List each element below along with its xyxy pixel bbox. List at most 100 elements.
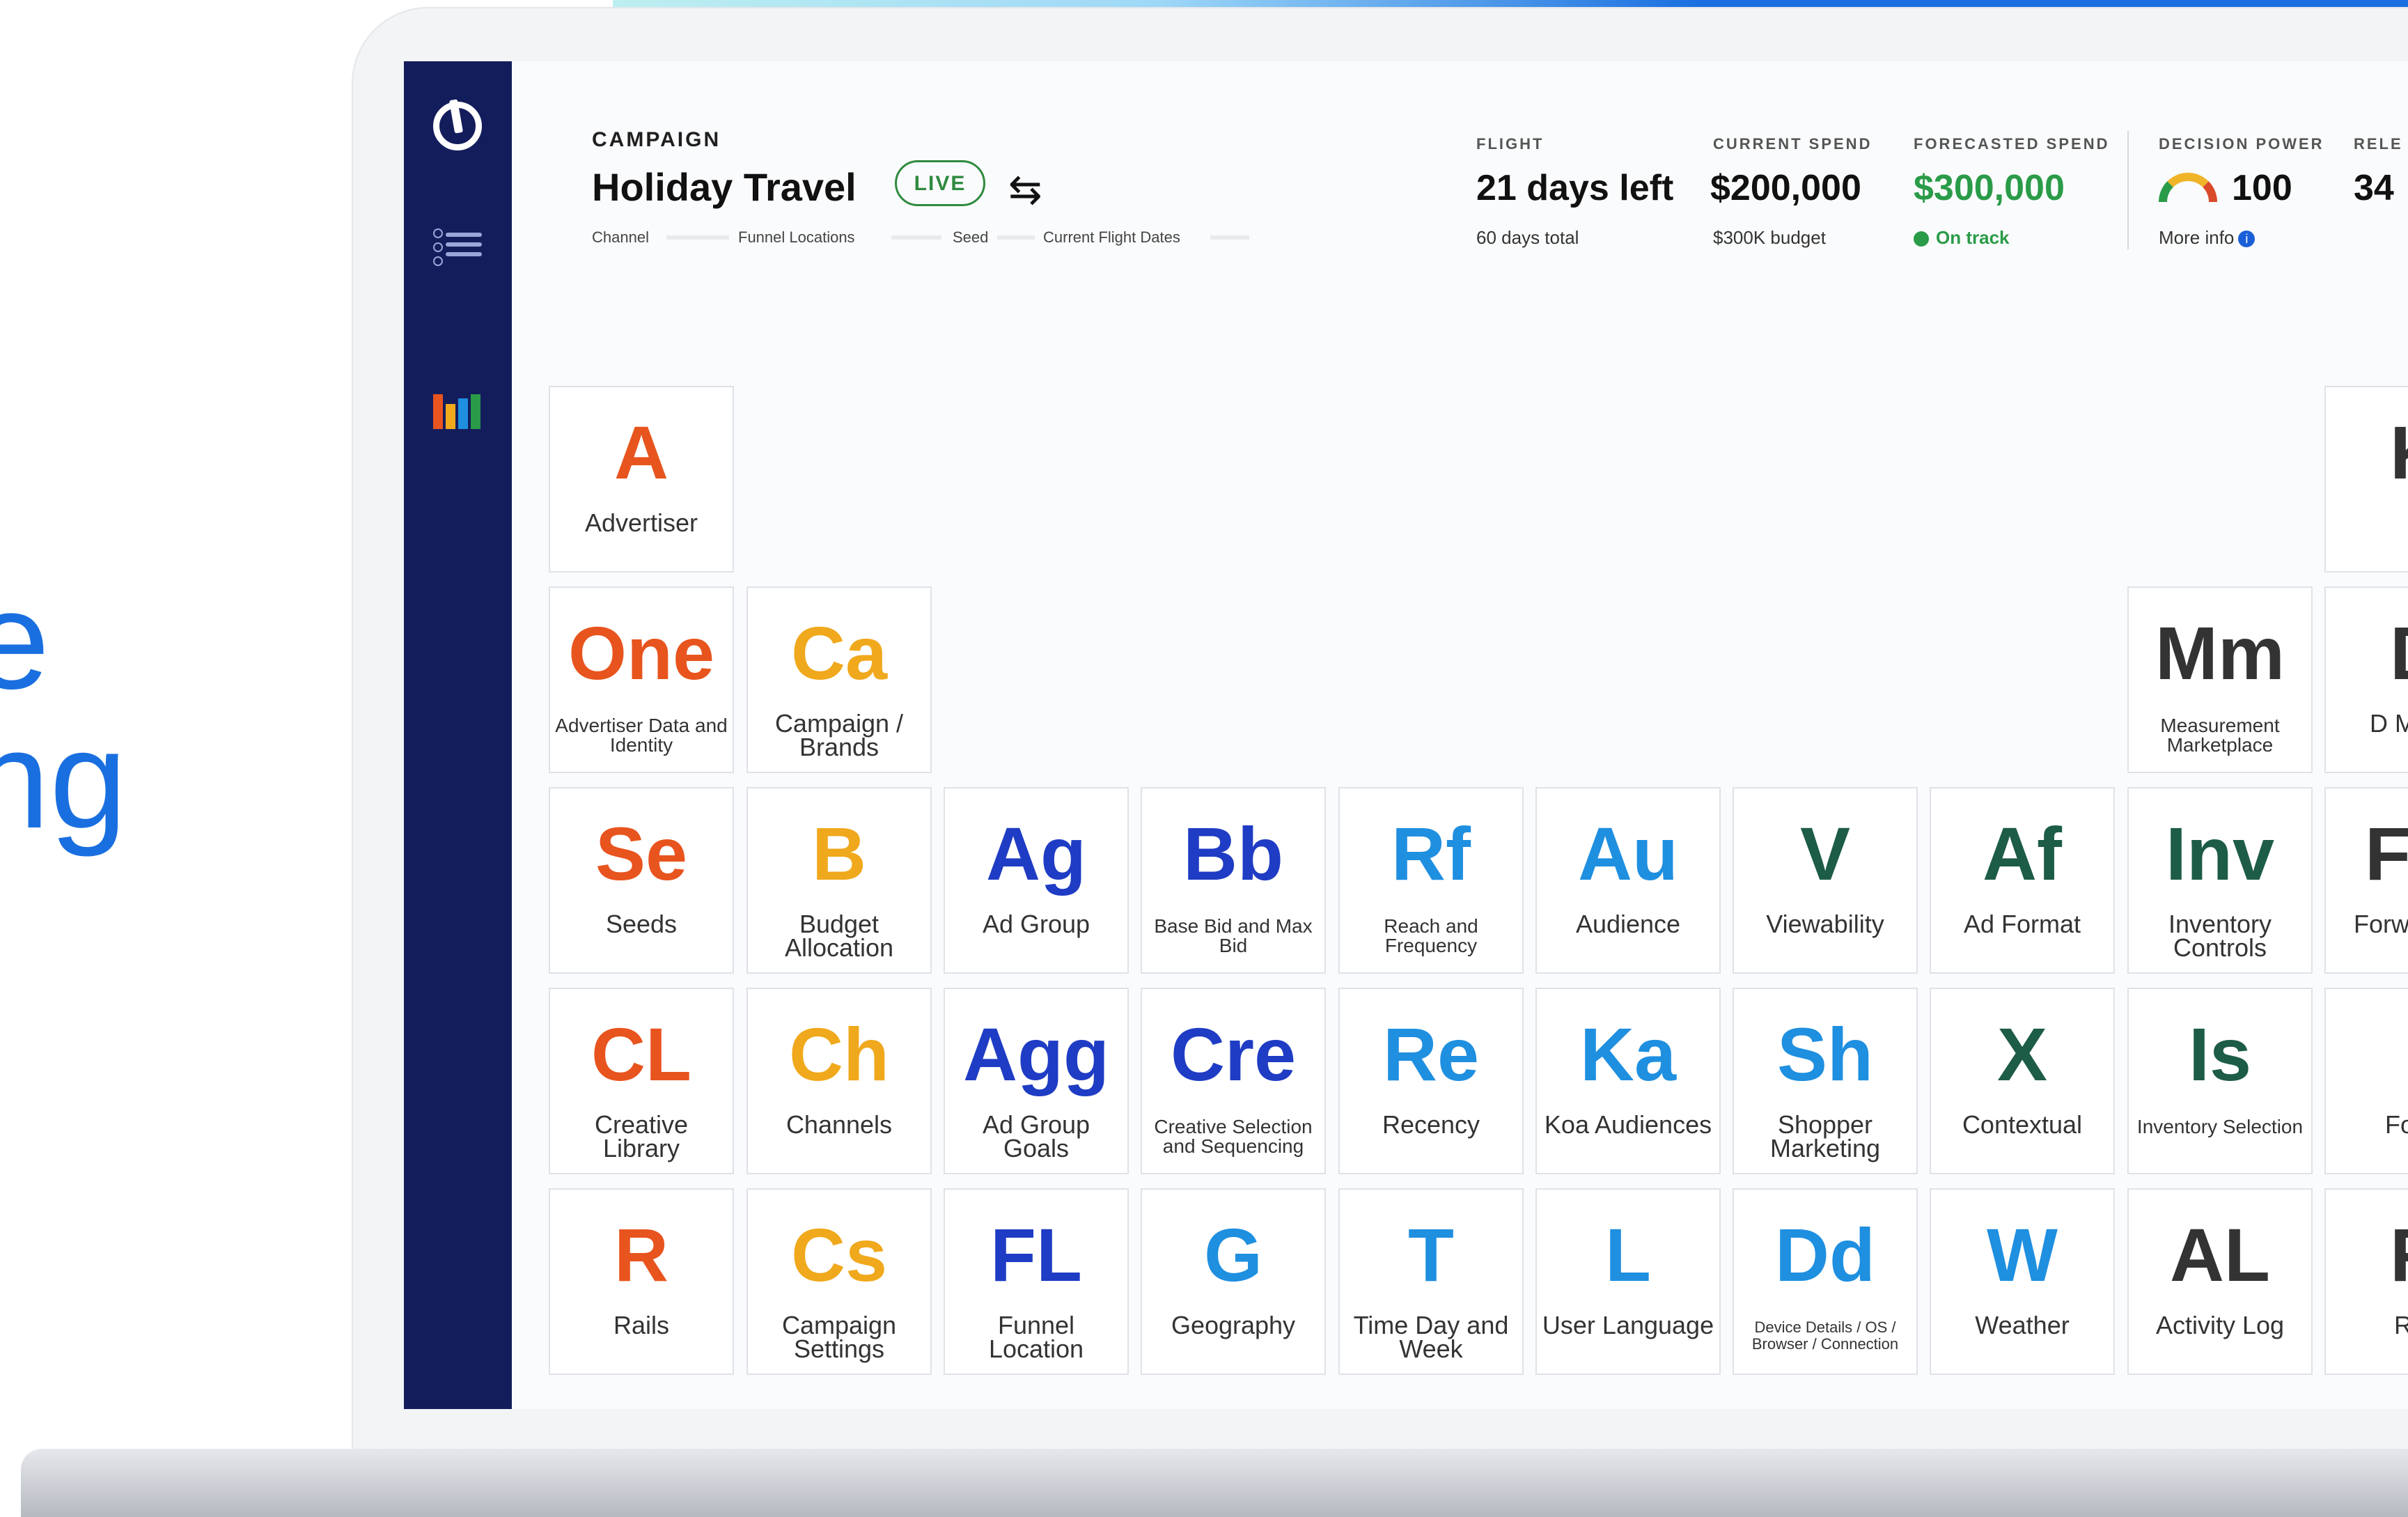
element-tile[interactable]: X Contextual: [1930, 988, 2115, 1174]
tile-symbol: I: [2326, 1013, 2408, 1096]
element-tile[interactable]: Ag Ad Group: [944, 787, 1129, 974]
tile-symbol: Se: [595, 811, 688, 896]
tile-name: Advertiser: [584, 508, 698, 537]
tile-symbol: Agg: [963, 1012, 1109, 1096]
tile-symbol: Mm: [2155, 611, 2285, 695]
element-tile[interactable]: Cs Campaign Settings: [746, 1188, 932, 1375]
element-tile[interactable]: One Advertiser Data and Identity: [549, 586, 734, 773]
tile-symbol: X: [1996, 1012, 2048, 1096]
tile-name: Creative Library: [594, 1110, 689, 1162]
tile-symbol: L: [1605, 1213, 1651, 1297]
element-tile[interactable]: R Rep: [2324, 1188, 2408, 1375]
swap-arrows-icon[interactable]: ⇆: [1008, 166, 1042, 213]
element-tile[interactable]: A Advertiser: [549, 386, 734, 573]
element-tile[interactable]: B Budget Allocation: [746, 787, 932, 974]
tile-symbol: Bb: [1183, 811, 1283, 896]
element-tile[interactable]: Cre Creative Selection and Sequencing: [1141, 988, 1326, 1174]
element-tile[interactable]: Inv Inventory Controls: [2127, 787, 2313, 974]
campaign-label: CAMPAIGN: [592, 128, 721, 151]
tile-symbol: D: [2326, 612, 2408, 695]
element-tile[interactable]: Ch Channels: [746, 988, 932, 1174]
meta-funnel-locations[interactable]: Funnel Locations: [738, 228, 855, 247]
info-icon[interactable]: i: [2238, 231, 2255, 248]
nav-rail: [404, 61, 512, 1409]
current-spend-label: CURRENT SPEND: [1713, 135, 1873, 153]
tile-symbol: Sh: [1776, 1012, 1873, 1096]
element-tile[interactable]: I Forec: [2324, 988, 2408, 1174]
element-tile[interactable]: Ca Campaign / Brands: [746, 586, 932, 773]
rele-label: RELE: [2354, 135, 2403, 153]
app-screen: CAMPAIGN Holiday Travel LIVE ⇆ Channel F…: [404, 61, 2408, 1409]
element-tile[interactable]: Se Seeds: [549, 787, 734, 974]
flight-value: 21 days left: [1476, 168, 1674, 208]
meta-flight-dates[interactable]: Current Flight Dates: [1043, 228, 1180, 247]
element-tile[interactable]: Bb Base Bid and Max Bid: [1141, 787, 1326, 974]
tagline-line-2: ng: [0, 702, 127, 857]
element-tile[interactable]: AL Activity Log: [2127, 1188, 2313, 1375]
forecasted-spend-value: $300,000: [1914, 168, 2065, 208]
element-tile[interactable]: Ka Koa Audiences: [1535, 988, 1721, 1174]
tile-symbol: CL: [591, 1012, 691, 1096]
tile-name: Ad Format: [1963, 910, 2081, 938]
element-tile[interactable]: W Weather: [1930, 1188, 2115, 1375]
tile-name: K: [2330, 511, 2408, 535]
element-tile[interactable]: Sh Shopper Marketing: [1733, 988, 1918, 1174]
meta-placeholder-bar: [1210, 235, 1249, 240]
element-tile[interactable]: R Rails: [549, 1188, 734, 1375]
element-tile[interactable]: CL Creative Library: [549, 988, 734, 1174]
periodic-grid-icon[interactable]: [433, 387, 482, 429]
tile-name: Time Day and Week: [1353, 1311, 1509, 1363]
live-status-badge: LIVE: [895, 160, 985, 206]
campaign-title: Holiday Travel: [592, 165, 857, 209]
tile-symbol: B: [812, 811, 866, 896]
brand-logo-icon[interactable]: [433, 102, 482, 150]
tile-name: Viewability: [1766, 910, 1884, 938]
meta-seed[interactable]: Seed: [953, 228, 988, 247]
tile-name: Channels: [785, 1110, 893, 1139]
rele-value: 34: [2354, 168, 2394, 208]
tile-name: Creative Selection and Sequencing: [1154, 1116, 1313, 1157]
element-tile[interactable]: V Viewability: [1733, 787, 1918, 974]
tile-name: D Marke: [2369, 709, 2408, 738]
marketing-tagline: e ng: [0, 571, 127, 850]
element-tile[interactable]: KK: [2324, 386, 2408, 573]
current-spend-value: $200,000: [1710, 168, 1861, 208]
element-tile[interactable]: Mm Measurement Marketplace: [2127, 586, 2313, 773]
meta-channel[interactable]: Channel: [592, 228, 649, 247]
element-tile[interactable]: Af Ad Format: [1930, 787, 2115, 974]
tile-name: Rails: [613, 1311, 669, 1339]
tile-name: Campaign / Brands: [774, 709, 904, 761]
element-tile[interactable]: Rf Reach and Frequency: [1338, 787, 1524, 974]
element-tile[interactable]: Fw Forwar and: [2324, 787, 2408, 974]
element-tile[interactable]: G Geography: [1141, 1188, 1326, 1375]
more-info-link[interactable]: More info i: [2159, 227, 2255, 249]
tile-name: Seeds: [605, 910, 678, 938]
tile-symbol: Ca: [790, 611, 888, 695]
tile-name: Campaign Settings: [781, 1311, 897, 1363]
tile-name: Inventory Controls: [2168, 910, 2272, 962]
tile-symbol: Dd: [1775, 1213, 1875, 1297]
element-tile[interactable]: Re Recency: [1338, 988, 1524, 1174]
element-tile[interactable]: Au Audience: [1535, 787, 1721, 974]
element-tile[interactable]: Dd Device Details / OS / Browser / Connec…: [1733, 1188, 1918, 1375]
tile-name: Reach and Frequency: [1384, 915, 1478, 956]
tile-name: Recency: [1382, 1110, 1480, 1139]
tile-name: Activity Log: [2155, 1311, 2285, 1339]
current-spend-sub: $300K budget: [1713, 227, 1826, 248]
element-tile[interactable]: T Time Day and Week: [1338, 1188, 1524, 1375]
tile-name: Rep: [2393, 1311, 2408, 1339]
tile-name: Forwar and: [2353, 910, 2408, 938]
tile-name: Measurement Marketplace: [2160, 715, 2280, 756]
tile-symbol: W: [1987, 1213, 2058, 1297]
element-tile[interactable]: D D Marke: [2324, 586, 2408, 773]
list-menu-icon[interactable]: [433, 227, 482, 269]
element-tile[interactable]: Agg Ad Group Goals: [944, 988, 1129, 1174]
element-tile[interactable]: FL Funnel Location: [944, 1188, 1129, 1375]
tile-symbol: A: [614, 410, 669, 495]
tile-name: Koa Audiences: [1544, 1110, 1712, 1139]
element-tile[interactable]: Is Inventory Selection: [2127, 988, 2313, 1174]
tile-name: Contextual: [1962, 1110, 2083, 1139]
tile-symbol: Af: [1983, 811, 2062, 896]
decision-power-label: DECISION POWER: [2159, 135, 2324, 153]
element-tile[interactable]: L User Language: [1535, 1188, 1721, 1375]
